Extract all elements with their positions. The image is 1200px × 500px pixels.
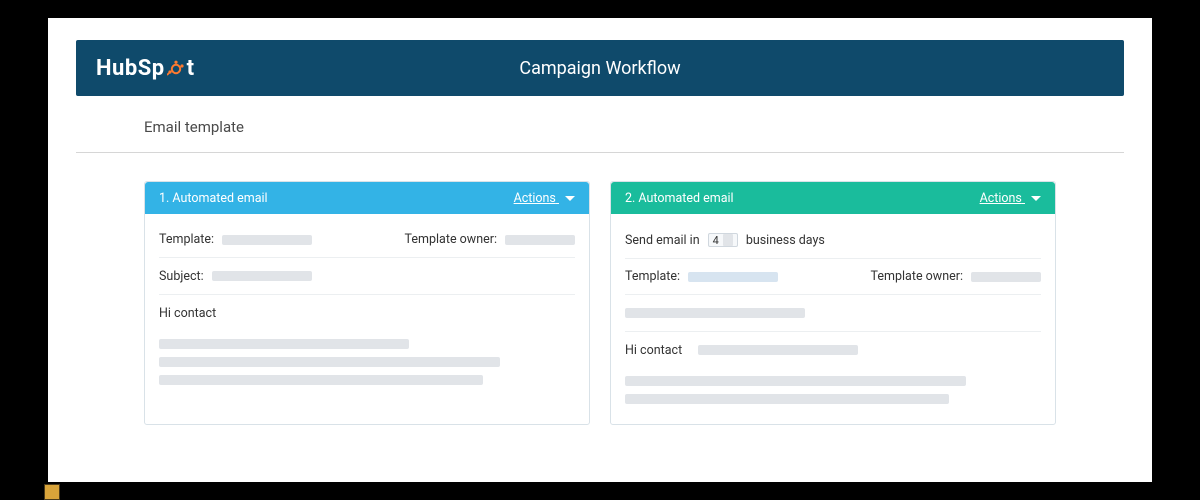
app-content: HubSp t Campaign Workflow Email template: [76, 40, 1124, 482]
greeting-row: Hi contact: [625, 336, 1041, 364]
email-card-2: 2. Automated email Actions Send email in…: [610, 181, 1056, 425]
row-divider: [625, 294, 1041, 295]
body-line-placeholder: [625, 376, 966, 386]
send-delay-input[interactable]: 4: [708, 233, 738, 247]
subject-value-placeholder[interactable]: [212, 271, 312, 281]
actions-label: Actions: [514, 191, 556, 206]
email-body-preview: [625, 364, 1041, 404]
hubspot-logo: HubSp t: [96, 56, 195, 81]
greeting-row: Hi contact: [159, 299, 575, 327]
card-body-2: Send email in 4 business days Template:: [611, 214, 1055, 424]
stepper-icon[interactable]: [723, 234, 733, 246]
template-label: Template:: [625, 269, 680, 284]
hubspot-sprocket-icon: [167, 59, 185, 77]
actions-dropdown[interactable]: Actions: [514, 191, 575, 206]
row-divider: [159, 257, 575, 258]
row-divider: [625, 331, 1041, 332]
card-header-2: 2. Automated email Actions: [611, 182, 1055, 214]
subject-row: [625, 299, 1041, 327]
subject-label: Subject:: [159, 269, 204, 284]
template-value-placeholder[interactable]: [222, 235, 312, 245]
send-suffix: business days: [746, 233, 825, 248]
actions-dropdown[interactable]: Actions: [980, 191, 1041, 206]
app-header: HubSp t Campaign Workflow: [76, 40, 1124, 96]
template-row: Template: Template owner:: [625, 263, 1041, 290]
template-row: Template: Template owner:: [159, 226, 575, 253]
body-inline-placeholder: [698, 345, 858, 355]
section-divider: [76, 152, 1124, 153]
corner-marker: [44, 484, 60, 500]
greeting-text: Hi contact: [159, 306, 216, 321]
actions-label: Actions: [980, 191, 1022, 206]
body-line-placeholder: [159, 339, 409, 349]
card-title: 1. Automated email: [159, 191, 514, 206]
card-header-1: 1. Automated email Actions: [145, 182, 589, 214]
greeting-text: Hi contact: [625, 343, 682, 358]
logo-text-pre: HubSp: [96, 56, 165, 81]
chevron-down-icon: [565, 196, 575, 201]
template-owner-label: Template owner:: [405, 232, 497, 247]
email-card-1: 1. Automated email Actions Template: Tem…: [144, 181, 590, 425]
body-line-placeholder: [625, 394, 949, 404]
subject-value-placeholder[interactable]: [625, 308, 805, 318]
email-body-preview: [159, 327, 575, 385]
template-owner-value-placeholder[interactable]: [971, 272, 1041, 282]
card-body-1: Template: Template owner: Subject:: [145, 214, 589, 405]
template-owner-label: Template owner:: [871, 269, 963, 284]
template-label: Template:: [159, 232, 214, 247]
send-delay-value: 4: [713, 234, 719, 247]
chevron-down-icon: [1031, 196, 1041, 201]
template-value-placeholder[interactable]: [688, 272, 778, 282]
row-divider: [159, 294, 575, 295]
send-prefix: Send email in: [625, 233, 700, 248]
section-title: Email template: [144, 118, 1124, 136]
row-divider: [625, 258, 1041, 259]
page-title: Campaign Workflow: [76, 58, 1124, 79]
app-frame: HubSp t Campaign Workflow Email template: [48, 18, 1152, 482]
logo-text-post: t: [187, 56, 195, 81]
template-owner-value-placeholder[interactable]: [505, 235, 575, 245]
subject-row: Subject:: [159, 262, 575, 290]
body-line-placeholder: [159, 375, 483, 385]
body-line-placeholder: [159, 357, 500, 367]
send-delay-row: Send email in 4 business days: [625, 226, 1041, 254]
cards-row: 1. Automated email Actions Template: Tem…: [76, 181, 1124, 425]
card-title: 2. Automated email: [625, 191, 980, 206]
